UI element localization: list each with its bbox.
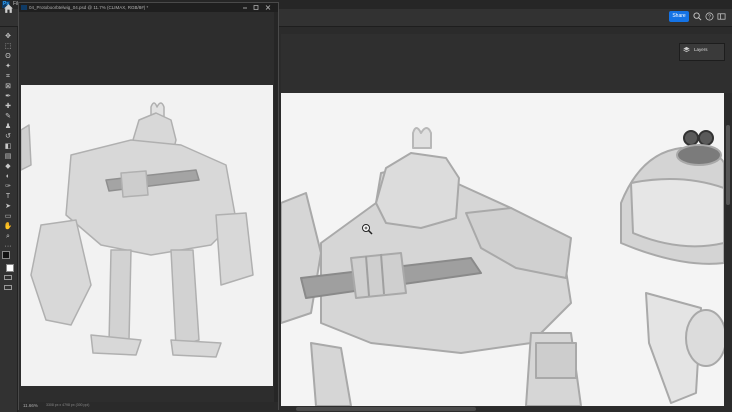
background-color-swatch[interactable] [6,264,14,272]
eraser-tool-icon[interactable]: ◧ [3,142,13,151]
document-icon [21,5,27,10]
marquee-tool-icon[interactable]: ⬚ [3,42,13,51]
layers-panel-label[interactable]: Layers [694,47,708,52]
workspace-icon[interactable] [717,12,726,21]
zoom-cursor-icon [361,222,373,235]
magic-wand-tool-icon[interactable]: ✦ [3,62,13,71]
eyedropper-tool-icon[interactable]: ✒ [3,92,13,101]
lasso-tool-icon[interactable]: ʘ [3,52,13,61]
floating-vertical-scrollbar[interactable] [274,12,278,406]
brush-tool-icon[interactable]: ✎ [3,112,13,121]
crop-tool-icon[interactable]: ⌗ [3,72,13,81]
gradient-tool-icon[interactable]: ▤ [3,152,13,161]
tool-list: ✥ ⬚ ʘ ✦ ⌗ ⊠ ✒ ✚ ✎ ♟ ↺ ◧ ▤ ◆ ◐ ✑ T ➤ ▭ ✋ ⌕ ··· [0,32,17,302]
hand-tool-icon[interactable]: ✋ [3,222,13,231]
horizontal-scroll-thumb[interactable] [296,407,476,411]
vertical-scroll-thumb[interactable] [726,125,730,205]
share-button[interactable]: Share [669,11,689,22]
floating-canvas[interactable] [21,85,273,386]
layers-icon [683,46,690,53]
frame-tool-icon[interactable]: ⊠ [3,82,13,91]
document-title: 04_Protoboorbtelwig_04.psd @ 11.7% (CLIM… [29,5,149,10]
healing-tool-icon[interactable]: ✚ [3,102,13,111]
main-canvas[interactable] [281,93,724,406]
zoom-level[interactable]: 11.66% [23,403,38,408]
document-size-info[interactable]: 3308 px x 4798 px (300 ppi) [46,403,89,407]
type-tool-icon[interactable]: T [3,192,13,201]
zoom-tool-icon[interactable]: ⌕ [3,232,13,241]
foreground-color-swatch[interactable] [2,251,10,259]
blur-tool-icon[interactable]: ◆ [3,162,13,171]
close-icon[interactable] [265,5,271,10]
path-select-tool-icon[interactable]: ➤ [3,202,13,211]
more-tools-icon[interactable]: ··· [3,242,13,251]
dodge-tool-icon[interactable]: ◐ [3,172,13,181]
history-brush-tool-icon[interactable]: ↺ [3,132,13,141]
home-icon[interactable] [3,3,14,14]
main-artwork [281,127,724,406]
stamp-tool-icon[interactable]: ♟ [3,122,13,131]
minimize-icon[interactable] [242,5,248,10]
quick-mask-icon[interactable] [4,275,12,280]
svg-text:?: ? [708,15,711,21]
pen-tool-icon[interactable]: ✑ [3,182,13,191]
move-tool-icon[interactable]: ✥ [3,32,13,41]
main-pasteboard [281,34,732,93]
screen-mode-icon[interactable] [4,285,12,290]
floating-artwork [21,102,254,358]
shape-tool-icon[interactable]: ▭ [3,212,13,221]
maximize-icon[interactable] [253,5,259,10]
help-icon[interactable]: ? [705,12,714,21]
search-icon[interactable] [693,12,702,21]
